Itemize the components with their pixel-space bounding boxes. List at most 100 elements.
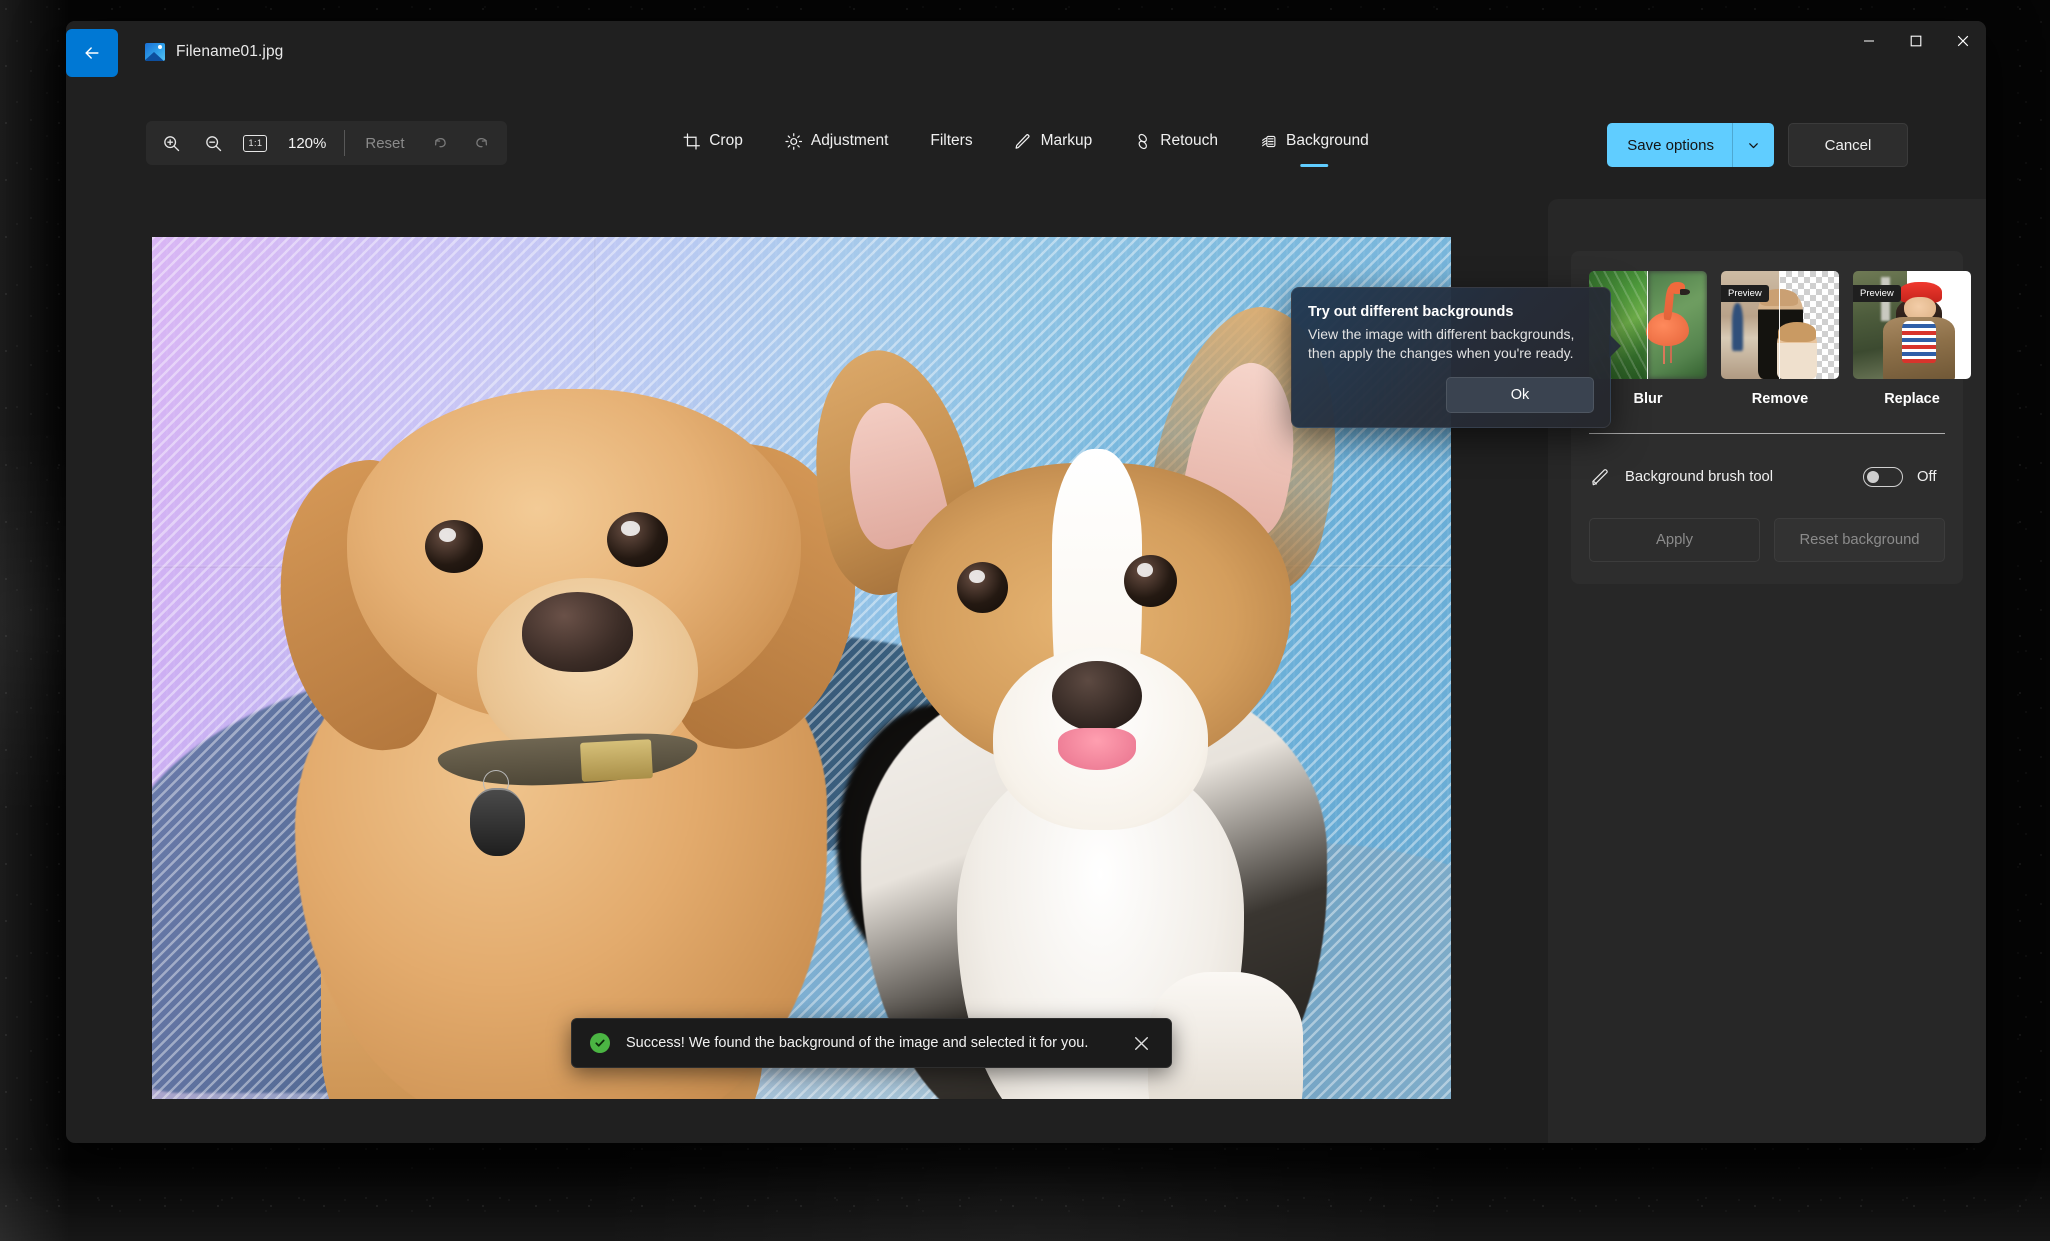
- doodle-nose: [522, 592, 633, 672]
- check-glyph: [595, 1039, 605, 1047]
- redo-button[interactable]: [461, 125, 503, 161]
- maximize-icon: [1910, 35, 1921, 47]
- teaching-tip-body: View the image with different background…: [1308, 326, 1575, 362]
- woman-patterned-sweater: [1902, 320, 1936, 364]
- zoom-out-button[interactable]: [192, 125, 234, 161]
- back-button[interactable]: [66, 29, 118, 77]
- close-icon: [1135, 1036, 1148, 1050]
- desktop-edge-glow-left: [0, 0, 70, 1241]
- undo-icon: [434, 138, 446, 148]
- cancel-button[interactable]: Cancel: [1788, 123, 1908, 167]
- corgi-right-eye: [1124, 554, 1177, 608]
- file-name-label: Filename01.jpg: [176, 43, 284, 60]
- teaching-tip-actions: Ok: [1308, 377, 1594, 414]
- teaching-tip: Try out different backgrounds View the i…: [1291, 287, 1621, 429]
- primary-actions: Save options Cancel: [1607, 123, 1908, 167]
- kid-younger-hair: [1778, 322, 1817, 342]
- brush-glyph: [1591, 468, 1608, 485]
- tab-retouch-label: Retouch: [1160, 132, 1219, 149]
- photo-subject-corgi: [786, 291, 1400, 1099]
- redo-icon: [475, 138, 487, 148]
- toggle-knob: [1867, 470, 1879, 483]
- zoom-out-icon: [205, 135, 221, 151]
- brightness-icon: [784, 132, 802, 150]
- title-bar-spacer: [283, 21, 1845, 83]
- background-option-replace-label: Replace: [1884, 391, 1940, 407]
- close-button[interactable]: [1939, 21, 1986, 61]
- save-options-caret[interactable]: [1733, 139, 1774, 152]
- remove-thumb-divider: [1778, 271, 1781, 379]
- blur-thumb-divider: [1646, 271, 1649, 379]
- minimize-button[interactable]: [1845, 21, 1892, 61]
- success-check-icon: [590, 1033, 610, 1053]
- panel-divider: [1589, 433, 1945, 434]
- title-bar: Filename01.jpg: [66, 21, 1986, 83]
- tab-adjustment[interactable]: Adjustment: [764, 123, 910, 159]
- actual-size-button[interactable]: 1:1: [234, 125, 276, 161]
- doodle-id-tag: [470, 787, 526, 857]
- background-brush-tool-toggle[interactable]: [1863, 467, 1903, 487]
- title-area: Filename01.jpg: [145, 21, 283, 83]
- save-options-label: Save options: [1627, 136, 1714, 154]
- replace-thumbnail: Preview: [1853, 271, 1971, 379]
- tab-markup[interactable]: Markup: [994, 123, 1114, 159]
- background-brush-tool-row: Background brush tool Off: [1589, 466, 1945, 488]
- toolbar-divider: [344, 130, 346, 156]
- command-bar: 1:1 120% Reset Crop Adjustment Filters M…: [66, 83, 1986, 169]
- zoom-in-button[interactable]: [150, 125, 192, 161]
- background-option-replace[interactable]: Preview Replace: [1853, 271, 1971, 407]
- desktop-edge-glow-bottom: [0, 1161, 2050, 1241]
- background-brush-tool-state: Off: [1917, 469, 1937, 485]
- image-canvas[interactable]: [152, 237, 1451, 1099]
- corgi-nose: [1052, 660, 1143, 732]
- tab-background[interactable]: Background: [1239, 123, 1390, 167]
- remove-thumbnail: Preview: [1721, 271, 1839, 379]
- retouch-icon: [1138, 133, 1147, 149]
- flamingo-figure: [1641, 282, 1695, 366]
- brush-icon: [1589, 466, 1611, 488]
- flamingo-leg-left: [1662, 343, 1665, 365]
- background-brush-tool-label: Background brush tool: [1625, 469, 1774, 485]
- teaching-tip-title: Try out different backgrounds: [1308, 304, 1514, 320]
- background-icon: [1261, 135, 1276, 147]
- panel-button-row: Apply Reset background: [1589, 518, 1945, 562]
- toast-message: Success! We found the background of the …: [626, 1035, 1089, 1051]
- tab-filters[interactable]: Filters: [909, 123, 993, 159]
- background-option-remove[interactable]: Preview Remove: [1721, 271, 1839, 407]
- undo-button[interactable]: [419, 125, 461, 161]
- image-file-icon: [145, 43, 165, 61]
- tab-crop[interactable]: Crop: [662, 123, 764, 159]
- minimize-icon: [1863, 40, 1874, 42]
- photos-app-window: Filename01.jpg 1:1 120% Reset Crop Adjus…: [66, 21, 1986, 1143]
- tab-adjustment-label: Adjustment: [810, 132, 889, 149]
- window-controls: [1845, 21, 1986, 83]
- flamingo-beak: [1679, 288, 1690, 295]
- crop-icon: [683, 132, 700, 150]
- corgi-left-eye: [956, 561, 1009, 613]
- reset-background-button[interactable]: Reset background: [1774, 518, 1945, 562]
- remove-preview-badge: Preview: [1721, 285, 1769, 302]
- pencil-icon: [1015, 133, 1030, 149]
- background-option-remove-label: Remove: [1751, 391, 1809, 407]
- flamingo-leg-right: [1670, 343, 1673, 363]
- teaching-tip-ok-button[interactable]: Ok: [1446, 377, 1594, 414]
- tab-background-label: Background: [1286, 132, 1369, 149]
- background-options-list: Blur Preview Remove Preview Replace: [1589, 271, 1971, 407]
- kids-figure: [1752, 288, 1825, 379]
- doodle-right-eye: [606, 512, 668, 568]
- reset-zoom-button[interactable]: Reset: [351, 125, 418, 161]
- apply-button[interactable]: Apply: [1589, 518, 1760, 562]
- tab-background-underline: [1300, 164, 1329, 167]
- doodle-left-eye: [424, 519, 484, 574]
- zoom-in-icon: [163, 135, 179, 151]
- tab-retouch[interactable]: Retouch: [1113, 123, 1239, 159]
- zoom-level-label: 120%: [288, 134, 327, 152]
- replace-preview-badge: Preview: [1853, 285, 1901, 302]
- close-icon: [1957, 35, 1968, 47]
- background-options-card: Blur Preview Remove Preview Replace Back…: [1571, 251, 1971, 584]
- save-options-button[interactable]: Save options: [1607, 123, 1774, 167]
- toast-close-button[interactable]: [1128, 1030, 1155, 1057]
- doodle-collar-buckle: [579, 739, 654, 783]
- teaching-tip-tail: [1609, 334, 1621, 358]
- maximize-button[interactable]: [1892, 21, 1939, 61]
